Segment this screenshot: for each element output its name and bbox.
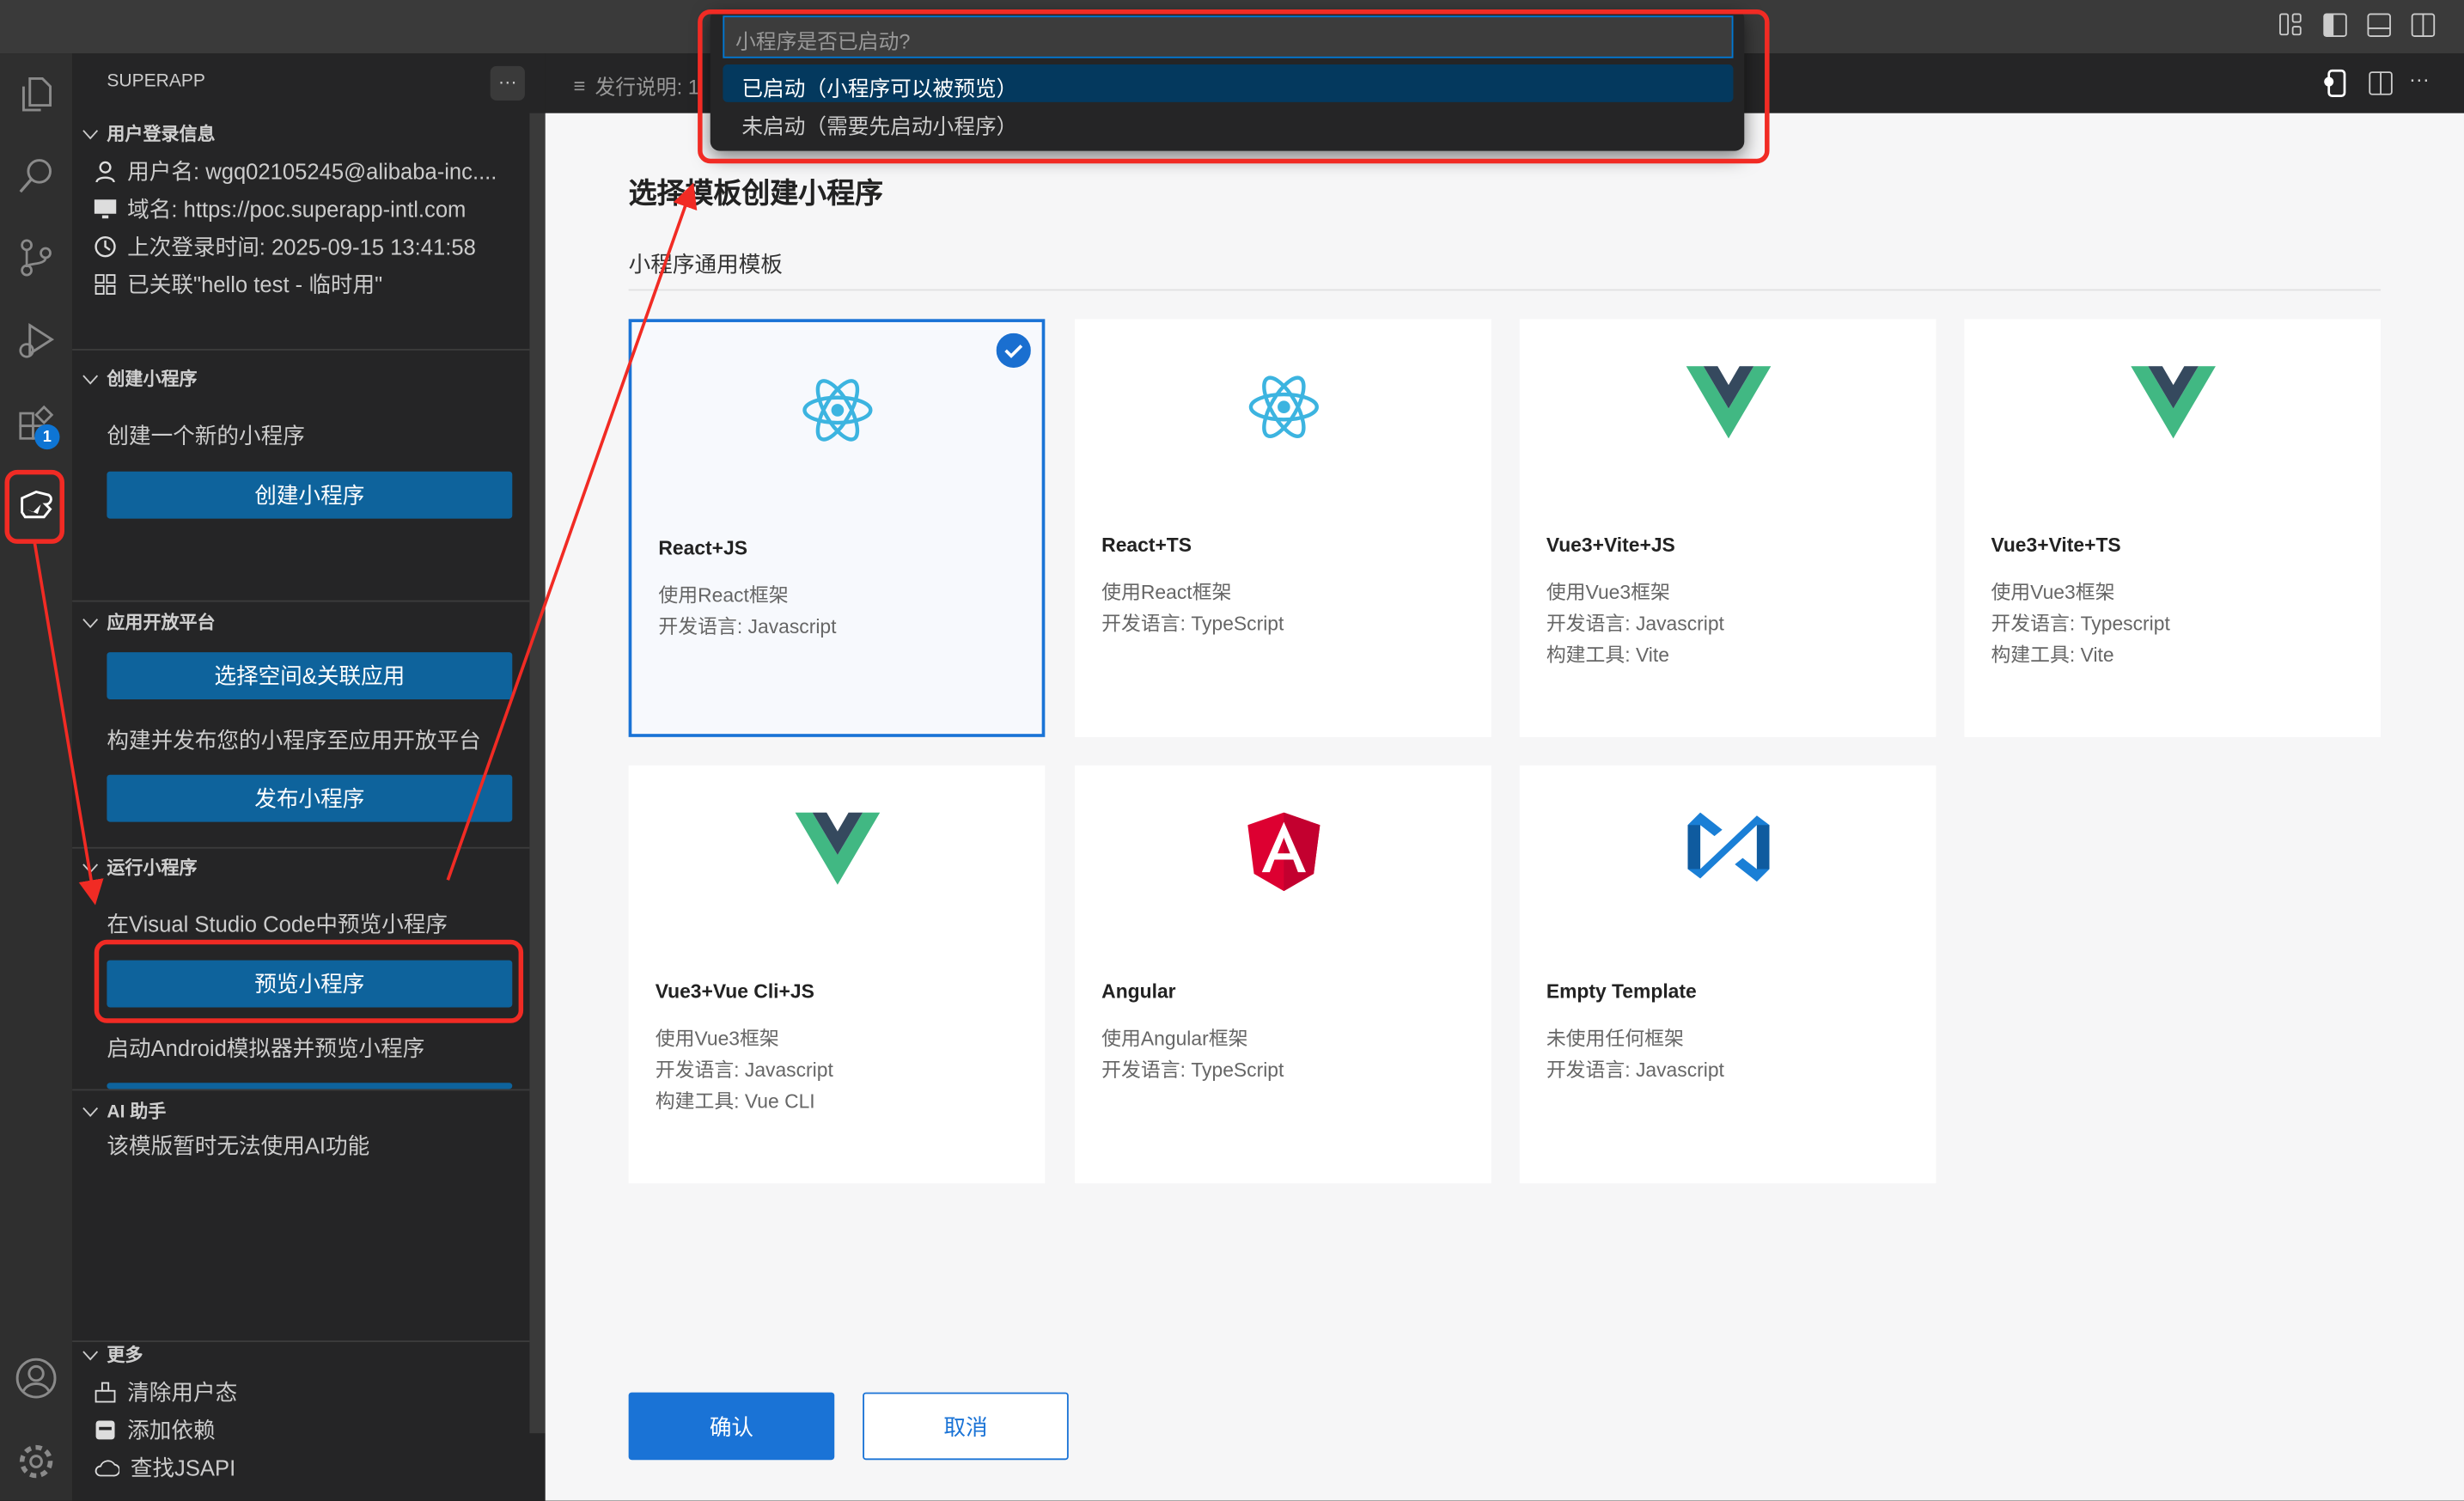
vscode-window: 1 SUPERAPP ··· 用户登录信息 用户名: wgq02105245@a… <box>0 0 2464 1501</box>
annotation-arrow-down <box>33 541 104 906</box>
annotation-arrows <box>33 182 698 906</box>
annotation-arrow-up <box>446 182 698 881</box>
